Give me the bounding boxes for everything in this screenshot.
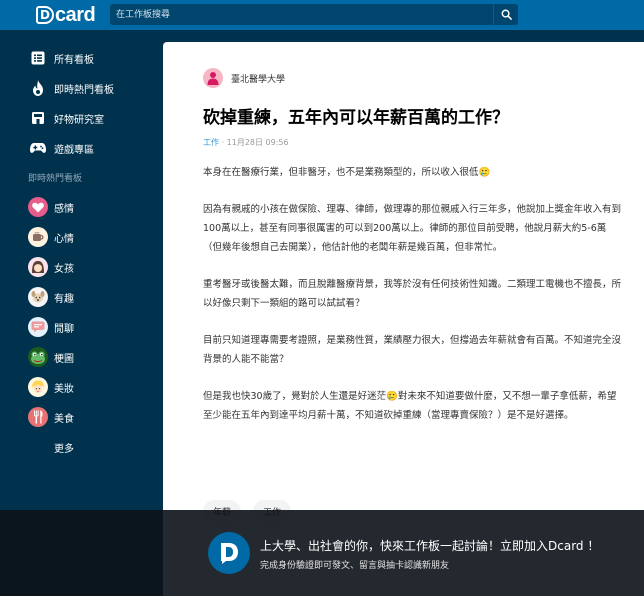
face-icon — [28, 377, 48, 397]
sidebar-item-forum-mood[interactable]: 心情 — [28, 226, 74, 248]
post-paragraph: 因為有親戚的小孩在做保險、理專、律師，做理專的那位親戚入行三年多，他說加上獎金年… — [203, 204, 622, 253]
school-avatar-icon — [203, 68, 223, 88]
sidebar-item-label: 心情 — [54, 233, 74, 245]
dcard-app-icon[interactable] — [208, 532, 250, 574]
post-author[interactable]: 臺北醫學大學 — [203, 68, 285, 88]
sidebar-item-forum-food[interactable]: 美食 — [28, 406, 74, 428]
banner-subtitle: 完成身份驗證即可發文、留言與抽卡認識新朋友 — [260, 561, 450, 571]
top-navbar: D card — [0, 0, 644, 30]
sidebar-item-label: 女孩 — [54, 263, 74, 275]
logo-wordmark: card — [55, 3, 96, 26]
post-body: 本身在在醫療行業，但非醫牙，也不是業務類型的，所以收入很低🥲 因為有親戚的小孩在… — [203, 164, 623, 444]
search-input[interactable] — [110, 4, 493, 25]
post-date: 11月28日 09:56 — [226, 138, 289, 147]
sidebar-item-all-forums[interactable]: 所有看板 — [28, 47, 94, 69]
banner-title: 上大學、出社會的你，快來工作板一起討論！立即加入Dcard ！ — [260, 539, 600, 553]
sidebar-item-label: 好物研究室 — [54, 114, 104, 126]
dog-icon — [28, 287, 48, 307]
sidebar-item-label: 美妝 — [54, 383, 74, 395]
post-paragraph: 本身在在醫療行業，但非醫牙，也不是業務類型的，所以收入很低🥲 — [203, 167, 491, 178]
gamepad-icon — [28, 138, 48, 158]
search-bar — [110, 4, 518, 25]
sidebar-item-goods-lab[interactable]: 好物研究室 — [28, 107, 104, 129]
post-paragraph: 目前只知道理專需要考證照，是業務性質，業績壓力很大，但撐過去年薪就會有百萬。不知… — [203, 335, 622, 365]
post-paragraph: 但是我也快30歲了，覺對於人生還是好迷茫🥲對未來不知道要做什麼，又不想一輩子拿低… — [203, 391, 617, 422]
sidebar-item-forum-girl[interactable]: 女孩 — [28, 256, 74, 278]
post-paragraph: 重考醫牙或後醫太難，而且脫離醫療背景，我等於沒有任何技術性知識。二類理工電機也不… — [203, 279, 622, 309]
sidebar-item-games[interactable]: 遊戲專區 — [28, 137, 94, 159]
sidebar-item-forum-funny[interactable]: 有趣 — [28, 286, 74, 308]
sidebar-item-label: 美食 — [54, 413, 74, 425]
sidebar-item-forum-memes[interactable]: 梗圖 — [28, 346, 74, 368]
logo-d-mark: D — [36, 6, 54, 24]
dcard-logo[interactable]: D card — [36, 3, 96, 26]
sidebar-item-label: 閒聊 — [54, 323, 74, 335]
sidebar-item-forum-makeup[interactable]: 美妝 — [28, 376, 74, 398]
sidebar-more-label: 更多 — [54, 443, 74, 455]
store-icon — [28, 108, 48, 128]
sidebar-item-label: 遊戲專區 — [54, 144, 94, 156]
sidebar-item-label: 感情 — [54, 203, 74, 215]
girl-icon — [28, 257, 48, 277]
flame-icon — [28, 78, 48, 98]
cup-icon — [28, 227, 48, 247]
sidebar-item-label: 所有看板 — [54, 54, 94, 66]
heart-icon — [28, 197, 48, 217]
sidebar-more-link[interactable]: 更多 — [54, 436, 74, 458]
chat-icon — [28, 317, 48, 337]
sidebar-item-label: 梗圖 — [54, 353, 74, 365]
search-icon — [501, 9, 512, 20]
sidebar-item-label: 有趣 — [54, 293, 74, 305]
meta-separator: · — [221, 138, 225, 147]
sidebar-item-forum-love[interactable]: 感情 — [28, 196, 74, 218]
school-name: 臺北醫學大學 — [231, 74, 286, 85]
list-icon — [28, 48, 48, 68]
sidebar-item-label: 即時熱門看板 — [54, 84, 114, 96]
post-meta: 工作 · 11月28日 09:56 — [203, 137, 289, 148]
search-button[interactable] — [493, 4, 518, 25]
frog-icon — [28, 347, 48, 367]
trending-forums-heading: 即時熱門看板 — [28, 174, 83, 184]
signup-banner[interactable]: 上大學、出社會的你，快來工作板一起討論！立即加入Dcard ！ 完成身份驗證即可… — [0, 510, 644, 596]
sidebar-item-trending[interactable]: 即時熱門看板 — [28, 77, 114, 99]
post-title: 砍掉重練，五年內可以年薪百萬的工作？ — [203, 108, 509, 128]
fork-icon — [28, 407, 48, 427]
post-forum-link[interactable]: 工作 — [203, 138, 219, 147]
sidebar-item-forum-chat[interactable]: 閒聊 — [28, 316, 74, 338]
